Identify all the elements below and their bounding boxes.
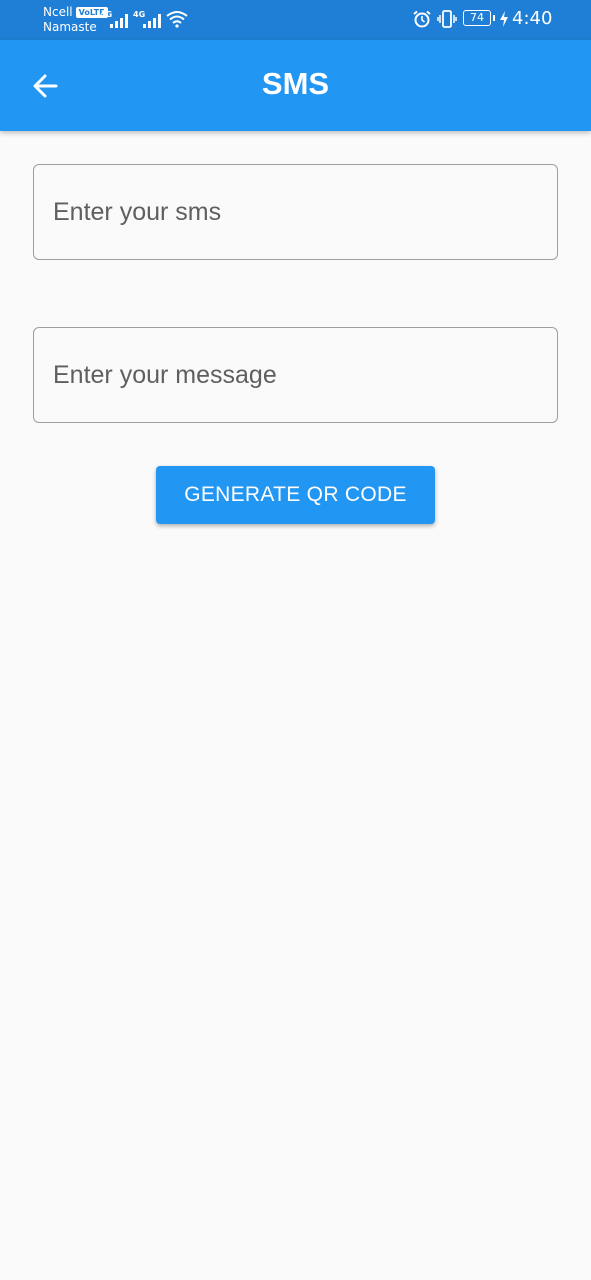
carrier-info: Ncell VoLTE Namaste <box>43 5 108 35</box>
battery-icon: 74 <box>463 10 495 26</box>
clock: 4:40 <box>512 8 553 29</box>
generate-qr-code-button[interactable]: GENERATE QR CODE <box>156 466 435 524</box>
alarm-icon <box>413 10 431 28</box>
vibrate-icon <box>437 10 457 28</box>
wifi-icon <box>166 11 188 28</box>
carrier-name-1: Ncell <box>43 5 73 19</box>
message-field[interactable] <box>33 327 558 423</box>
status-bar: Ncell VoLTE Namaste 4G 4G 74 4:40 <box>0 0 591 40</box>
page-title: SMS <box>261 66 330 101</box>
app-bar: SMS <box>0 40 591 131</box>
carrier-name-2: Namaste <box>43 20 97 34</box>
sms-input[interactable] <box>34 165 557 259</box>
message-input[interactable] <box>34 328 557 422</box>
sms-field[interactable] <box>33 164 558 260</box>
charging-icon <box>500 11 508 27</box>
